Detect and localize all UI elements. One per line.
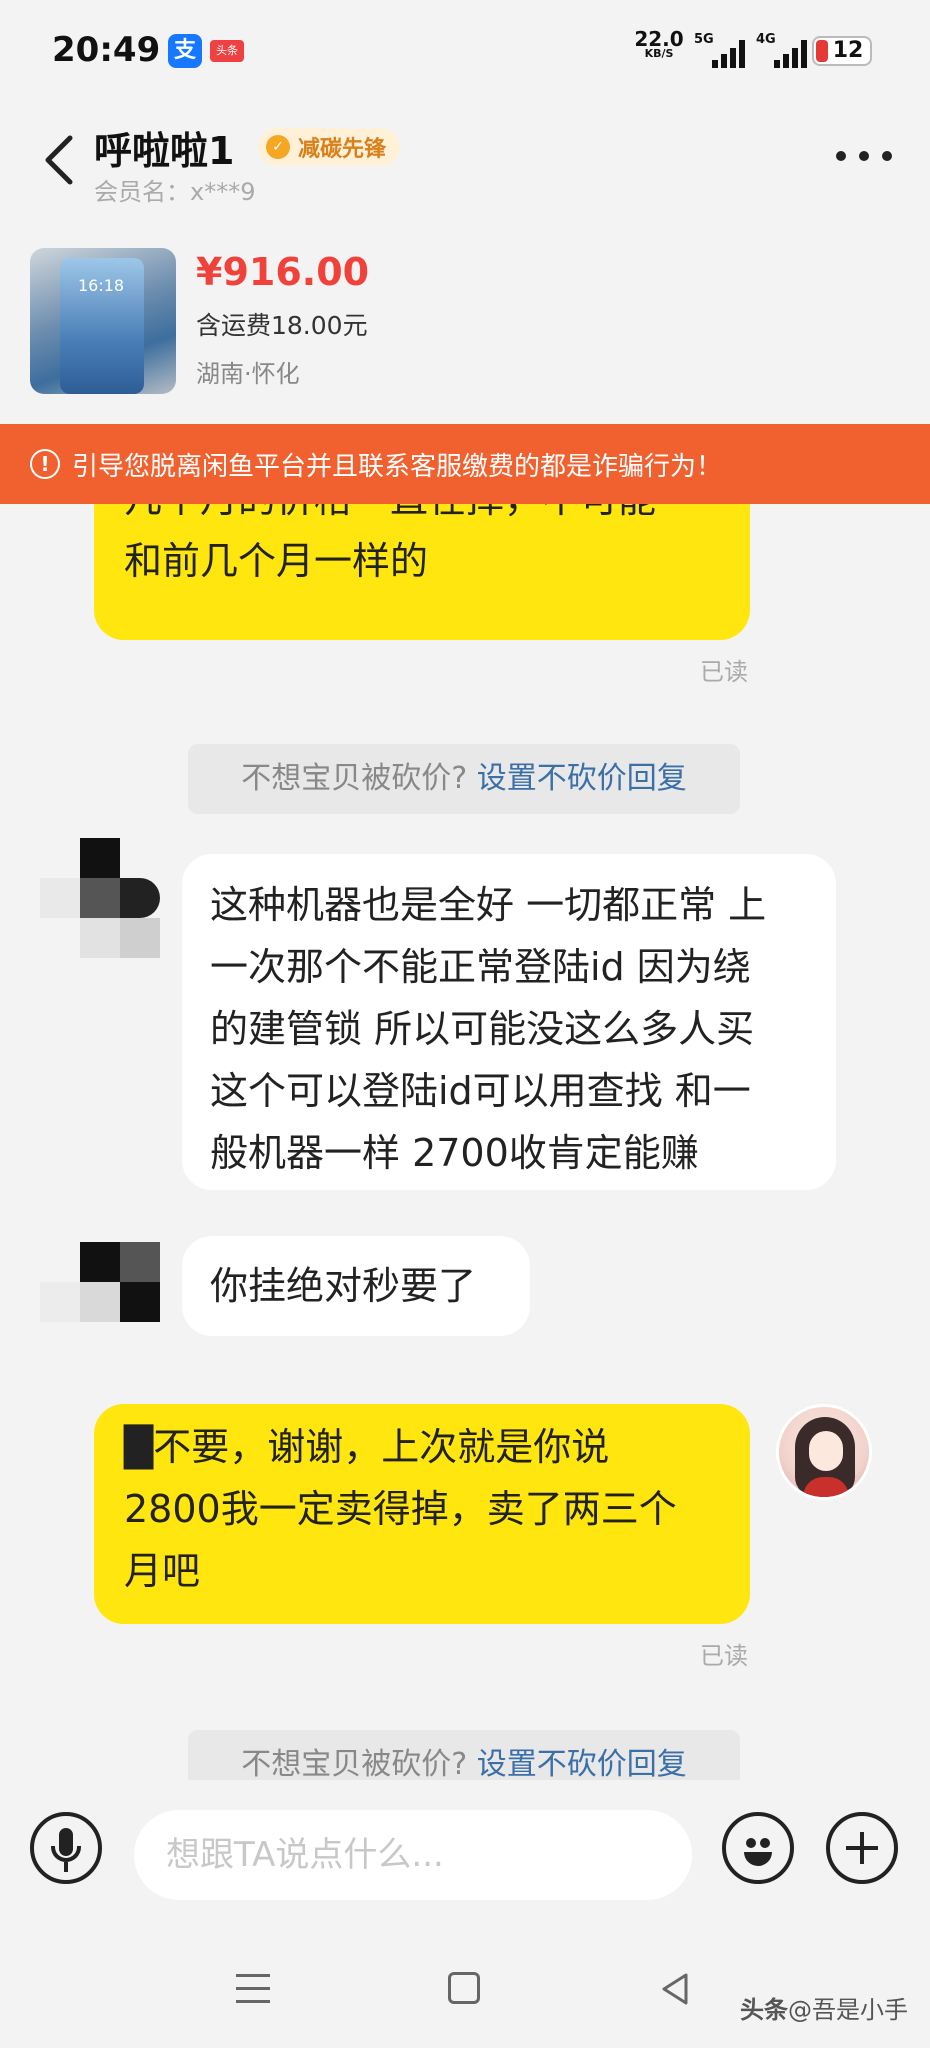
carbon-badge[interactable]: ✓ 减碳先锋: [258, 128, 401, 166]
message-line: 2800我一定卖得掉，卖了两三个: [124, 1487, 677, 1531]
message-bubble-incoming[interactable]: 你挂绝对秒要了: [182, 1236, 530, 1336]
message-bubble-outgoing[interactable]: █不要，谢谢，上次就是你说 2800我一定卖得掉，卖了两三个 月吧: [94, 1404, 750, 1624]
message-line: 你挂绝对秒要了: [210, 1264, 477, 1308]
message-line: 这种机器也是全好 一切都正常 上: [210, 883, 767, 927]
toutiao-icon: 头条: [210, 40, 244, 62]
chat-area: 几个月的价格一直在掉，不可能 和前几个月一样的 已读 不想宝贝被砍价? 设置不砍…: [0, 424, 930, 1780]
no-bargain-tip: 不想宝贝被砍价? 设置不砍价回复: [188, 744, 740, 814]
shipping-fee: 含运费18.00元: [196, 311, 368, 340]
signal-5g-label: 5G: [694, 32, 714, 47]
contact-name[interactable]: 呼啦啦1: [94, 120, 234, 175]
no-bargain-tip: 不想宝贝被砍价? 设置不砍价回复: [188, 1730, 740, 1780]
system-back-button[interactable]: [660, 1972, 690, 2006]
carbon-badge-label: 减碳先锋: [298, 137, 387, 162]
more-dot-icon: [859, 151, 869, 161]
more-dot-icon: [836, 151, 846, 161]
user-avatar[interactable]: [776, 1404, 872, 1500]
message-line: 这个可以登陆id可以用查找 和一: [210, 1069, 751, 1113]
leaf-icon: ✓: [266, 135, 290, 159]
read-status: 已读: [700, 1642, 748, 1670]
back-button[interactable]: [40, 130, 80, 190]
product-location: 湖南·怀化: [196, 360, 300, 388]
no-bargain-setting-link[interactable]: 设置不砍价回复: [477, 1747, 687, 1780]
message-bubble-incoming[interactable]: 这种机器也是全好 一切都正常 上 一次那个不能正常登陆id 因为绕 的建管锁 所…: [182, 854, 836, 1190]
message-line: █不要，谢谢，上次就是你说: [124, 1425, 610, 1469]
signal-4g-icon: 4G: [756, 32, 812, 68]
signal-4g-label: 4G: [756, 32, 776, 47]
member-name: 会员名：x***9: [94, 178, 256, 206]
no-bargain-setting-link[interactable]: 设置不砍价回复: [477, 761, 687, 796]
partner-avatar[interactable]: [40, 838, 160, 958]
message-input[interactable]: [134, 1810, 692, 1900]
no-bargain-tip-text: 不想宝贝被砍价?: [241, 761, 468, 796]
home-button[interactable]: [448, 1972, 480, 2004]
battery-icon: 12: [812, 36, 872, 66]
triangle-back-icon: [662, 1973, 688, 2005]
read-status: 已读: [700, 658, 748, 686]
thumbnail-clock: 16:18: [78, 276, 125, 295]
more-dot-icon: [882, 151, 892, 161]
recent-apps-button[interactable]: [236, 1974, 270, 2004]
watermark: 头条@吾是小手: [740, 1990, 908, 2025]
message-line: 一次那个不能正常登陆id 因为绕: [210, 945, 751, 989]
status-time: 20:49: [52, 30, 161, 70]
fraud-warning-banner: ! 引导您脱离闲鱼平台并且联系客服缴费的都是诈骗行为！: [0, 424, 930, 504]
net-speed: 22.0 KB/S: [634, 29, 684, 60]
no-bargain-tip-text: 不想宝贝被砍价?: [241, 1747, 468, 1780]
input-bar: [0, 1780, 930, 1930]
warning-text: 引导您脱离闲鱼平台并且联系客服缴费的都是诈骗行为！: [72, 451, 723, 482]
voice-input-button[interactable]: [30, 1812, 102, 1884]
chat-header: 呼啦啦1 ✓ 减碳先锋 会员名：x***9: [0, 100, 930, 210]
alipay-icon: 支: [168, 34, 202, 68]
status-bar: 20:49 支 头条 22.0 KB/S 5G 4G 12: [0, 0, 930, 100]
product-price: ¥916.00: [196, 250, 370, 294]
more-actions-button[interactable]: [826, 1812, 898, 1884]
product-thumbnail[interactable]: 16:18: [30, 248, 176, 394]
signal-5g-icon: 5G: [694, 32, 750, 68]
chevron-left-icon: [45, 135, 73, 185]
more-options-button[interactable]: [836, 146, 892, 166]
message-line: 的建管锁 所以可能没这么多人买: [210, 1007, 755, 1051]
warning-icon: !: [30, 449, 60, 479]
message-line: 和前几个月一样的: [124, 539, 429, 583]
watermark-brand: 头条: [740, 1996, 788, 2024]
emoji-button[interactable]: [722, 1812, 794, 1884]
message-line: 月吧: [124, 1549, 201, 1593]
watermark-author: @吾是小手: [788, 1996, 908, 2024]
message-line: 般机器一样 2700收肯定能赚: [210, 1131, 699, 1175]
partner-avatar[interactable]: [40, 1242, 160, 1326]
battery-level: 12: [832, 38, 864, 63]
system-nav-bar: [0, 1930, 930, 2048]
product-card[interactable]: 16:18 ¥916.00 含运费18.00元 湖南·怀化: [0, 230, 930, 420]
